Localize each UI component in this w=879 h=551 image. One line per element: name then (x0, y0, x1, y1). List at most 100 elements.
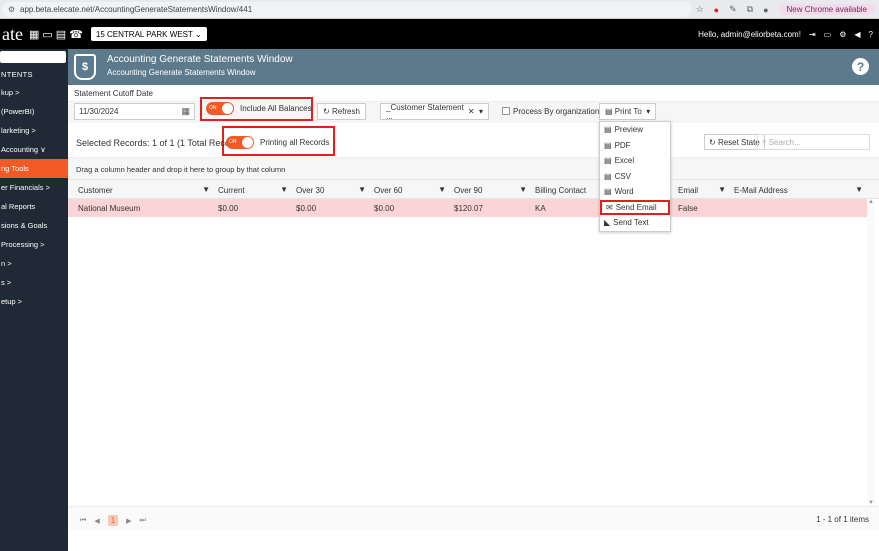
menu-item-csv[interactable]: ▤ CSV (600, 169, 670, 185)
grid-scrollbar[interactable]: ▲ ▼ (867, 199, 875, 506)
cell-email-address (730, 199, 734, 217)
page-number[interactable]: 1 (107, 515, 119, 526)
filter-icon: ▼ (280, 185, 288, 194)
cell-customer: National Museum (78, 203, 141, 213)
refresh-button[interactable]: ↻ Refresh (317, 103, 366, 120)
grid-pager: ⏮ ◀ 1 ▶ ⏭ 1 - 1 of 1 items (68, 506, 879, 530)
sidebar-item-goals[interactable]: sions & Goals (0, 216, 68, 235)
url-text: app.beta.elecate.net/AccountingGenerateS… (20, 5, 253, 14)
menu-item-excel[interactable]: ▤ Excel (600, 153, 670, 169)
extension-icon[interactable]: ● (714, 5, 719, 15)
sidebar-item-etup[interactable]: etup > (0, 292, 68, 311)
grid-search-input[interactable]: ⌕ Search... (757, 134, 870, 150)
sidebar-item-accounting[interactable]: Accounting ∨ (0, 140, 68, 159)
address-bar[interactable]: ⚙ app.beta.elecate.net/AccountingGenerat… (2, 2, 692, 17)
star-icon[interactable]: ☆ (696, 4, 704, 15)
main-content: Statement Cutoff Date 11/30/2024 ▦ ON In… (68, 85, 879, 551)
new-chrome-badge[interactable]: New Chrome available (778, 4, 875, 15)
toggle-switch[interactable]: ON (226, 136, 254, 149)
menu-item-preview[interactable]: ▤ Preview (600, 122, 670, 138)
sidebar-item-marketing[interactable]: larketing > (0, 121, 68, 140)
cell-over90: $120.07 (454, 203, 483, 213)
menu-item-word[interactable]: ▤ Word (600, 184, 670, 200)
sidebar-item-powerbi[interactable]: (PowerBI) (0, 102, 68, 121)
sidebar-item-reports[interactable]: al Reports (0, 197, 68, 216)
reset-state-button[interactable]: ↻ Reset State (704, 134, 765, 150)
calendar-icon[interactable]: ▦ (181, 106, 190, 117)
prev-page-icon[interactable]: ◀ (94, 517, 99, 525)
filter-icon: ▼ (519, 185, 527, 194)
monitor-icon[interactable]: ▭ (42, 28, 52, 41)
sidebar-item-s[interactable]: s > (0, 273, 68, 292)
sidebar-item-setup[interactable]: kup > (0, 83, 68, 102)
phone-icon[interactable]: ☎ (69, 28, 83, 41)
document-icon: ▤ (604, 140, 612, 150)
megaphone-icon[interactable]: ◀ (854, 30, 860, 39)
grid-header: Customer ▼ Current ▼ Over 30 ▼ Over 60 ▼ Ove… (68, 179, 879, 199)
first-page-icon[interactable]: ⏮ (80, 517, 86, 525)
group-drop-area[interactable]: Drag a column header and drop it here to… (68, 157, 879, 179)
app-bar: ate ▦ ▭ ▤ ☎ 15 CENTRAL PARK WEST ⌄ Hello… (0, 19, 879, 49)
next-page-icon[interactable]: ▶ (126, 517, 131, 525)
folder-icon[interactable]: ▭ (824, 30, 832, 39)
sidebar-item-accounting-tools[interactable]: ng Tools (0, 159, 68, 178)
puzzle-icon[interactable]: ⧉ (747, 4, 753, 15)
col-over30[interactable]: Over 30 ▼ (292, 180, 370, 200)
last-page-icon[interactable]: ⏭ (140, 517, 146, 525)
sidebar: NTENTS kup > (PowerBI) larketing > Accou… (0, 49, 68, 551)
include-all-balances-toggle[interactable]: ON Include All Balances (206, 102, 312, 115)
calculator-icon[interactable]: ▦ (29, 28, 39, 41)
col-over60[interactable]: Over 60 ▼ (370, 180, 450, 200)
filter-icon: ▼ (718, 185, 726, 194)
cell-over60: $0.00 (374, 203, 395, 213)
clear-icon[interactable]: ✕ (468, 107, 475, 116)
window-header: $ Accounting Generate Statements Window … (68, 49, 879, 85)
document-icon: ▤ (604, 125, 612, 135)
gear-icon[interactable]: ⚙ (839, 30, 846, 39)
table-row[interactable]: National Museum $0.00 $0.00 $0.00 $120.0… (68, 199, 867, 217)
chevron-down-icon[interactable]: ▾ (479, 107, 483, 116)
reset-icon: ↻ (709, 137, 716, 147)
process-by-org-label: Process By organization (513, 107, 600, 116)
browser-toolbar: ⚙ app.beta.elecate.net/AccountingGenerat… (0, 0, 879, 19)
money-bag-icon: $ (74, 54, 96, 80)
printing-all-records-toggle[interactable]: ON Printing all Records (226, 136, 329, 149)
page-subtitle: Accounting Generate Statements Window (107, 68, 256, 77)
profile-icon[interactable]: ● (763, 5, 768, 15)
cutoff-date-input[interactable]: 11/30/2024 ▦ (74, 103, 195, 120)
location-select[interactable]: 15 CENTRAL PARK WEST ⌄ (90, 27, 207, 41)
sidebar-search-input[interactable] (0, 51, 66, 63)
include-all-balances-label: Include All Balances (240, 104, 312, 113)
toggle-switch[interactable]: ON (206, 102, 234, 115)
menu-item-pdf[interactable]: ▤ PDF (600, 138, 670, 154)
printing-all-records-label: Printing all Records (260, 138, 330, 147)
sidebar-item-financials[interactable]: er Financials > (0, 178, 68, 197)
statement-type-select[interactable]: _Customer Statement ... ✕ ▾ (380, 103, 489, 121)
process-by-org-checkbox[interactable] (502, 107, 510, 115)
document-icon: ▤ (604, 156, 612, 166)
filter-icon: ▼ (438, 185, 446, 194)
col-current[interactable]: Current ▼ (214, 180, 292, 200)
pen-icon[interactable]: ✎ (729, 4, 737, 15)
scroll-up-icon[interactable]: ▲ (868, 199, 874, 205)
document-icon: ▤ (604, 187, 612, 197)
menu-item-send-email[interactable]: ✉ Send Email (600, 199, 670, 215)
pager-info: 1 - 1 of 1 items (816, 515, 869, 524)
col-email[interactable]: Email ▼ (674, 180, 730, 200)
print-to-button[interactable]: ▤ Print To ▾ (599, 103, 657, 120)
cash-register-icon[interactable]: ▤ (56, 28, 66, 41)
app-logo[interactable]: ate (2, 24, 23, 45)
col-over90[interactable]: Over 90 ▼ (450, 180, 531, 200)
user-greeting: Hello, admin@eliorbeta.com! (698, 29, 801, 39)
cutoff-date-label: Statement Cutoff Date (74, 89, 154, 98)
sidebar-item-n[interactable]: n > (0, 254, 68, 273)
logout-icon[interactable]: ⇥ (809, 30, 816, 39)
filter-icon: ▼ (358, 185, 366, 194)
help-circle-icon[interactable]: ? (869, 30, 873, 39)
site-settings-icon[interactable]: ⚙ (8, 5, 20, 14)
help-button[interactable]: ? (852, 58, 869, 75)
menu-item-send-text[interactable]: ◣ Send Text (600, 215, 670, 231)
sidebar-item-processing[interactable]: Processing > (0, 235, 68, 254)
col-email-address[interactable]: E-Mail Address ▼ (730, 180, 867, 200)
col-customer[interactable]: Customer ▼ (74, 180, 214, 200)
